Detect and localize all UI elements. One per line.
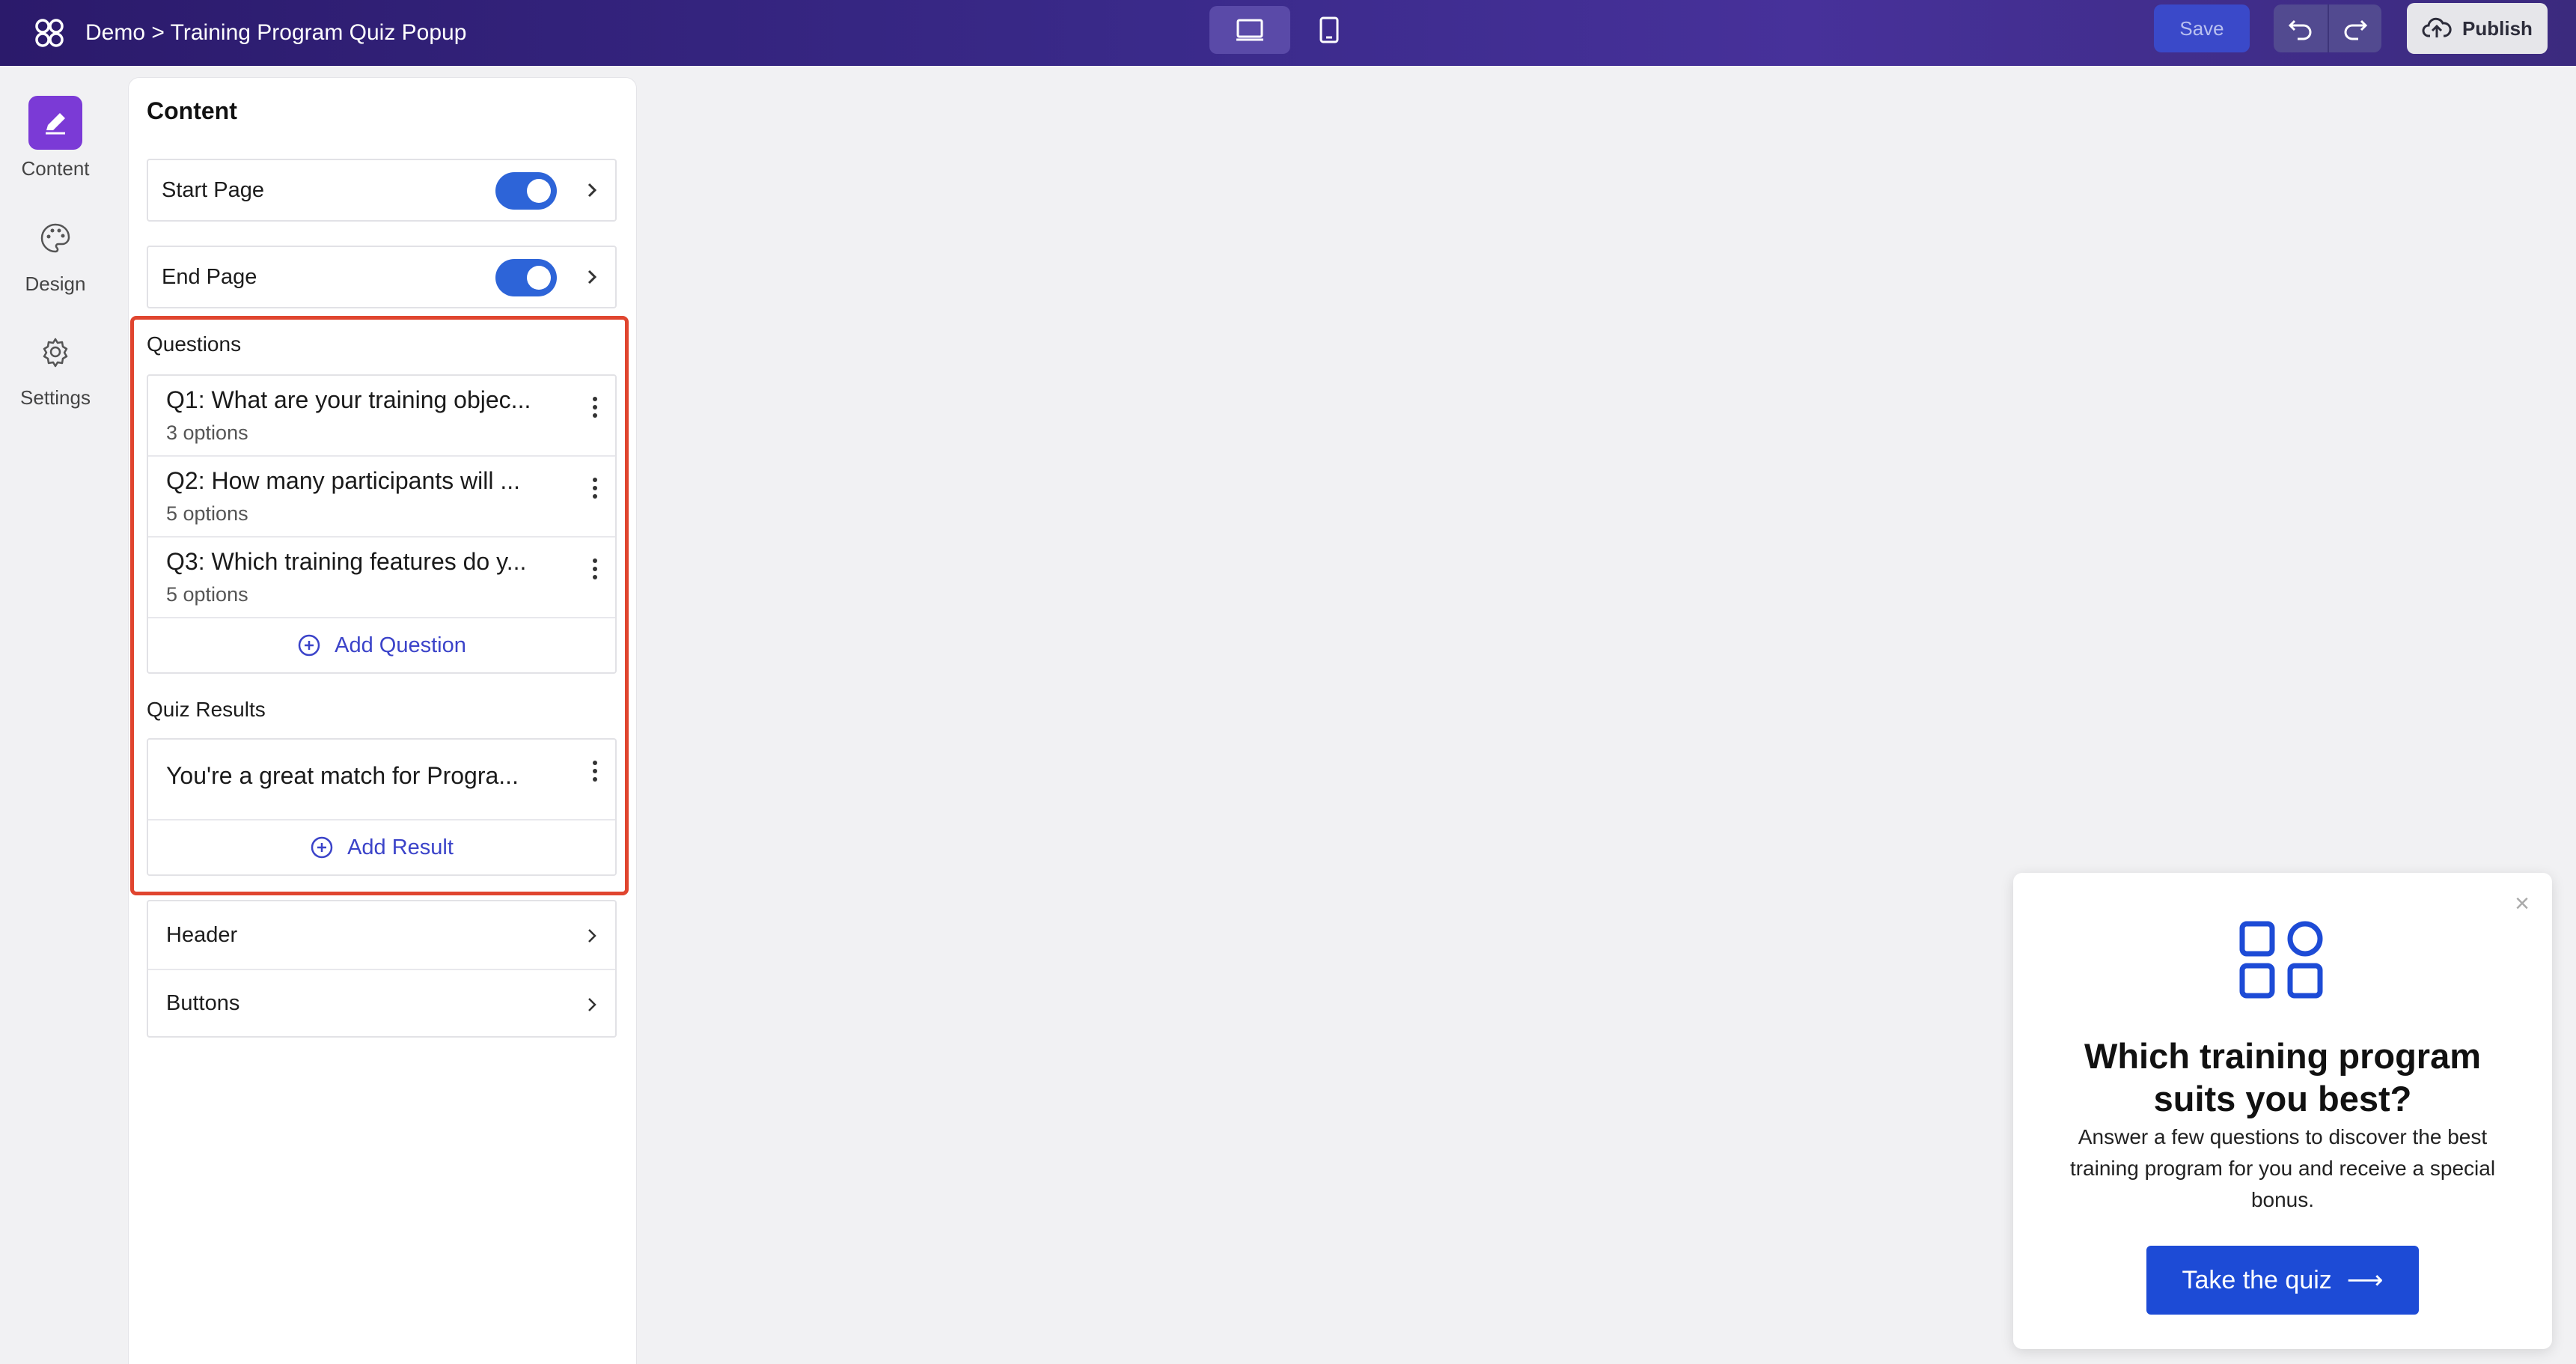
- chevron-right-icon[interactable]: [585, 267, 599, 287]
- pencil-icon: [46, 113, 65, 135]
- end-page-row[interactable]: End Page: [147, 246, 617, 308]
- chevron-right-icon: [588, 998, 596, 1011]
- rail-label: Content: [21, 157, 90, 180]
- palette-icon: [40, 223, 70, 253]
- end-page-toggle[interactable]: [495, 259, 557, 296]
- cloud-upload-icon: [2422, 17, 2452, 37]
- grid-shapes-icon: [2239, 921, 2323, 999]
- breadcrumb: Demo > Training Program Quiz Popup: [85, 20, 467, 45]
- popup-description: Answer a few questions to discover the b…: [2069, 1125, 2496, 1211]
- tablet-icon: [1319, 16, 1339, 43]
- save-button[interactable]: Save: [2154, 4, 2250, 52]
- undo-button[interactable]: [2274, 4, 2328, 52]
- top-bar: Demo > Training Program Quiz Popup Save: [0, 0, 2576, 66]
- start-page-toggle[interactable]: [495, 172, 557, 210]
- end-page-label: End Page: [162, 264, 257, 289]
- rail-item-design[interactable]: Design: [0, 211, 111, 296]
- publish-label: Publish: [2462, 16, 2533, 40]
- gear-icon: [43, 338, 68, 368]
- desktop-icon: [1236, 19, 1263, 41]
- panel-title: Content: [147, 97, 237, 124]
- popup-title: Which training program suits you best?: [2084, 1036, 2482, 1118]
- app-logo-icon[interactable]: [30, 13, 69, 52]
- header-section-label: Header: [166, 922, 238, 947]
- desktop-preview-button[interactable]: [1209, 6, 1290, 54]
- start-page-label: Start Page: [162, 177, 265, 202]
- take-quiz-label: Take the quiz: [2182, 1265, 2332, 1294]
- tablet-preview-button[interactable]: [1289, 6, 1370, 54]
- quiz-popup-preview: × Which training program suits you best?…: [2013, 873, 2552, 1349]
- rail-item-settings[interactable]: Settings: [0, 325, 111, 409]
- chevron-right-icon[interactable]: [585, 180, 599, 201]
- redo-button[interactable]: [2328, 4, 2381, 52]
- rail-label: Design: [25, 273, 86, 295]
- chevron-right-icon: [588, 929, 596, 943]
- arrow-right-icon: ⟶: [2346, 1266, 2384, 1294]
- section-nav-list: Header Buttons: [147, 900, 617, 1038]
- start-page-row[interactable]: Start Page: [147, 159, 617, 222]
- close-icon[interactable]: ×: [2515, 891, 2530, 916]
- header-section-row[interactable]: Header: [148, 901, 615, 969]
- rail-item-content[interactable]: Content: [0, 96, 111, 180]
- redo-icon: [2344, 19, 2368, 40]
- publish-button[interactable]: Publish: [2407, 3, 2548, 54]
- undo-redo-group: [2274, 4, 2381, 52]
- rail-label: Settings: [20, 386, 91, 409]
- buttons-section-label: Buttons: [166, 990, 240, 1015]
- buttons-section-row[interactable]: Buttons: [148, 969, 615, 1036]
- take-quiz-button[interactable]: Take the quiz ⟶: [2146, 1246, 2419, 1315]
- undo-icon: [2288, 19, 2312, 40]
- highlight-outline: [130, 316, 629, 895]
